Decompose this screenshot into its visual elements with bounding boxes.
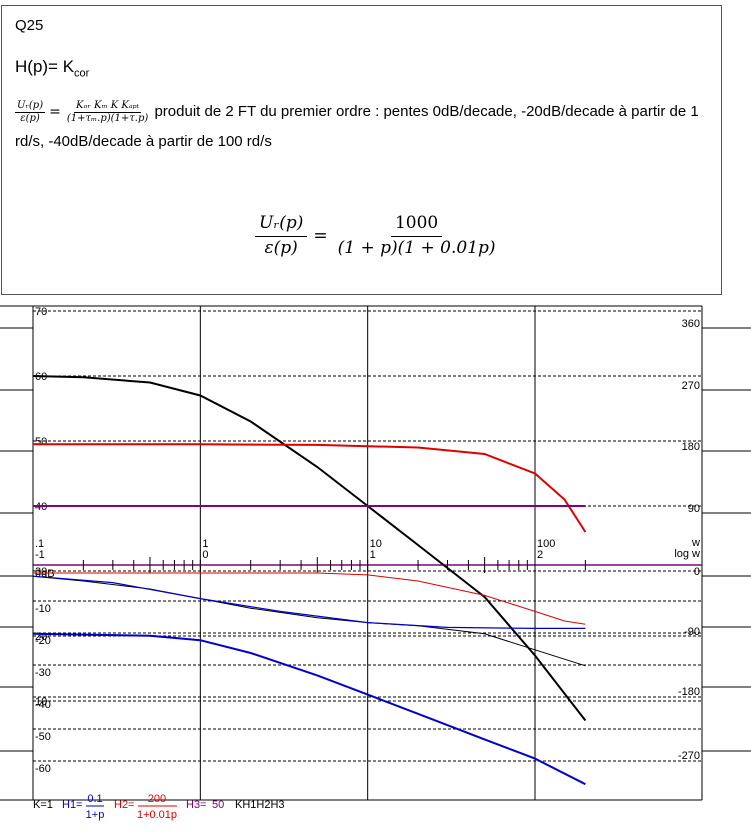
lower-curve-black-thin — [32, 575, 586, 667]
eq2-equals: = — [313, 226, 328, 247]
eq1-lhs-den: ε(p) — [20, 112, 40, 124]
lower-left-tick-label: -50 — [35, 731, 51, 743]
legend-h2-num: 200 — [148, 793, 166, 805]
lower-left-tick-label: -10 — [35, 603, 51, 615]
eq1-rhs-fraction: Kₒᵣ Kₘ K Kₐₚₜ (1+τₘ.p)(1+τ.p) — [65, 100, 150, 124]
equation-line-1: Uᵣ(p) ε(p) = Kₒᵣ Kₘ K Kₐₚₜ (1+τₘ.p)(1+τ.… — [15, 97, 715, 157]
upper-left-tick-label: 50 — [35, 436, 47, 448]
legend-h1-label: H1= — [62, 799, 83, 811]
upper-right-tick-label: 0 — [694, 566, 700, 578]
plot-legend: K=1 H1= 0.1 1+p H2= 200 1+0.01p H3= 50 KH1H2H3 — [33, 793, 285, 821]
eq1-lhs-fraction: Uᵣ(p) ε(p) — [15, 100, 46, 124]
lower-right-tick-label: -180 — [678, 686, 700, 698]
lower-left-tick-label: -40 — [35, 699, 51, 711]
x-log-tick-label: 1 — [370, 549, 376, 561]
legend-h3-value: 50 — [212, 799, 224, 811]
upper-magnitude-curve-black — [32, 375, 587, 722]
eq1-lhs-num: Uᵣ(p) — [15, 100, 46, 113]
lower-curve-blue-thick — [32, 632, 586, 786]
eq2-lhs-num: Uᵣ(p) — [255, 212, 308, 237]
upper-right-tick-label: 90 — [688, 503, 700, 515]
x-log-tick-label: 0 — [202, 549, 208, 561]
eq1-rhs-num: Kₒᵣ Kₘ K Kₐₚₜ — [74, 100, 142, 113]
lower-left-tick-label: -60 — [35, 763, 51, 775]
h-lhs: H(p)= K — [15, 57, 75, 76]
legend-product: KH1H2H3 — [235, 799, 285, 811]
legend-h2-den: 1+0.01p — [137, 809, 177, 821]
upper-right-tick-label: 360 — [682, 318, 700, 330]
legend-h1-den: 1+p — [86, 809, 105, 821]
lower-left-tick-label: -20 — [35, 635, 51, 647]
legend-k: K=1 — [33, 799, 53, 811]
legend-h3-label: H3= — [186, 799, 207, 811]
eq2-rhs-fraction: 1000 (1 + p)(1 + 0.01p) — [334, 212, 500, 260]
eq2-rhs-den: (1 + p)(1 + 0.01p) — [337, 237, 496, 258]
x-log-tick-label: -1 — [35, 549, 45, 561]
question-label: Q25 — [15, 17, 44, 34]
eq2-lhs-den: ε(p) — [264, 237, 298, 258]
lower-right-tick-label: -270 — [678, 750, 700, 762]
eq2-rhs-num: 1000 — [390, 212, 443, 237]
upper-right-tick-label: 270 — [682, 380, 700, 392]
question-box: Q25 H(p)= Kcor Uᵣ(p) ε(p) = Kₒᵣ Kₘ K Kₐₚ… — [1, 5, 722, 295]
bode-plot: .1-110101100270605040302010360270180900w… — [0, 305, 751, 821]
upper-left-tick-label: 70 — [35, 306, 47, 318]
eq1-equals: = — [49, 104, 61, 120]
eq2-lhs-fraction: Uᵣ(p) ε(p) — [255, 212, 308, 260]
lower-left-tick-label: -30 — [35, 667, 51, 679]
x-log-tick-label: 2 — [537, 549, 543, 561]
eq1-rhs-den: (1+τₘ.p)(1+τ.p) — [66, 112, 149, 124]
upper-right-tick-label: 180 — [682, 441, 700, 453]
legend-h1-num: 0.1 — [87, 793, 102, 805]
lower-right-tick-label: -90 — [684, 626, 700, 638]
plot-series — [32, 375, 587, 786]
x-axis-label-log: log w — [674, 548, 700, 560]
equation-line-2: Uᵣ(p) ε(p) = 1000 (1 + p)(1 + 0.01p) — [255, 212, 500, 260]
transfer-function-definition: H(p)= Kcor — [15, 57, 89, 79]
upper-curve-red — [33, 443, 587, 533]
h-sub: cor — [74, 67, 90, 80]
legend-h2-label: H2= — [114, 799, 135, 811]
lower-curve-blue-thin — [32, 575, 586, 629]
